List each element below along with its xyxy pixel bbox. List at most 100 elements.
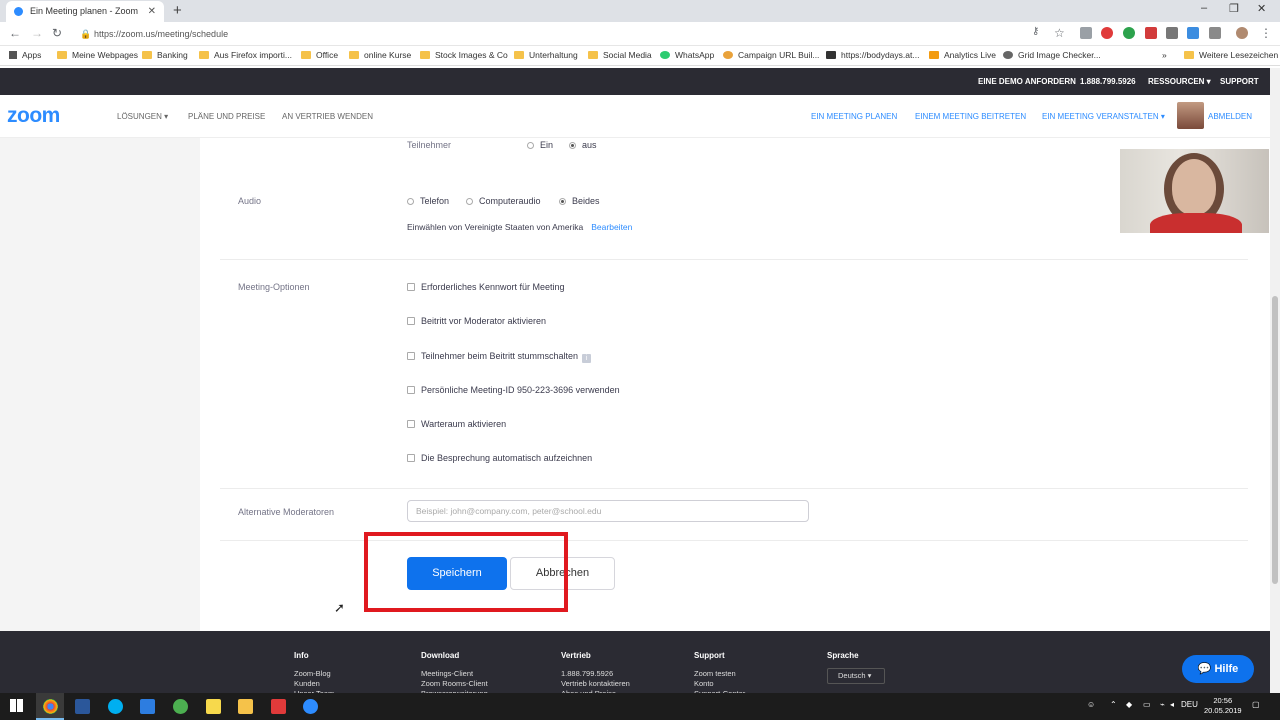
info-icon[interactable]: i — [582, 354, 592, 363]
nav-logout[interactable]: ABMELDEN — [1208, 112, 1252, 121]
minimize-button[interactable]: – — [1201, 2, 1207, 14]
bookmark-apps[interactable]: Apps — [9, 50, 41, 60]
tab-close-icon[interactable]: ✕ — [148, 1, 156, 22]
system-clock[interactable]: 20:56 20.05.2019 — [1204, 696, 1242, 716]
profile-avatar-icon[interactable] — [1236, 27, 1248, 39]
key-icon[interactable]: ⚷ — [1032, 26, 1039, 37]
participants-video-on[interactable]: Ein — [527, 140, 553, 150]
bookmark-item[interactable]: Campaign URL Buil... — [723, 50, 819, 60]
audio-computer-option[interactable]: Computeraudio — [466, 196, 541, 206]
sticky-notes-icon[interactable] — [206, 699, 221, 714]
snipping-tool-icon[interactable] — [271, 699, 286, 714]
volume-icon[interactable]: ◂ — [1170, 700, 1174, 709]
footer-link[interactable]: Meetings-Client — [421, 669, 473, 678]
browser-menu-icon[interactable]: ⋮ — [1260, 26, 1272, 40]
battery-icon[interactable]: ▭ — [1143, 700, 1151, 709]
footer-link[interactable]: Zoom Rooms-Client — [421, 679, 488, 688]
option-join-before-host[interactable]: Beitritt vor Moderator aktivieren — [407, 316, 546, 326]
skype-icon[interactable] — [108, 699, 123, 714]
section-divider — [220, 488, 1248, 489]
footer-link[interactable]: Kunden — [294, 679, 320, 688]
footer-sales-heading: Vertrieb — [561, 651, 591, 660]
network-icon[interactable]: ⌁ — [1160, 700, 1165, 709]
nav-join-meeting[interactable]: EINEM MEETING BEITRETEN — [915, 112, 1026, 121]
extension-grid-icon[interactable] — [1080, 27, 1092, 39]
edit-dial-in-link[interactable]: Bearbeiten — [591, 222, 632, 232]
bookmark-item[interactable]: Banking — [142, 50, 188, 60]
new-tab-button[interactable]: + — [173, 1, 182, 21]
page-scrollbar[interactable] — [1270, 68, 1280, 693]
bookmark-item[interactable]: Office — [301, 50, 338, 60]
bookmark-item[interactable]: Meine Webpages — [57, 50, 138, 60]
user-avatar[interactable] — [1177, 102, 1204, 129]
nav-solutions[interactable]: LÖSUNGEN ▾ — [117, 112, 168, 121]
extension-blue-icon[interactable] — [1187, 27, 1199, 39]
language-select[interactable]: Deutsch ▾ — [827, 668, 885, 684]
url-input[interactable]: 🔒 https://zoom.us/meeting/schedule — [76, 25, 1026, 43]
bookmark-item[interactable]: https://bodydays.at... — [826, 50, 919, 60]
bookmarks-overflow-icon[interactable]: » — [1162, 50, 1167, 60]
zoom-app-icon[interactable] — [303, 699, 318, 714]
extension-shield-icon[interactable] — [1166, 27, 1178, 39]
resources-menu[interactable]: RESSOURCEN ▾ — [1148, 77, 1211, 86]
audio-phone-option[interactable]: Telefon — [407, 196, 449, 206]
people-icon[interactable]: ☺ — [1087, 700, 1095, 709]
nav-plans-pricing[interactable]: PLÄNE UND PREISE — [188, 112, 265, 121]
option-personal-meeting-id[interactable]: Persönliche Meeting-ID 950-223-3696 verw… — [407, 385, 620, 395]
footer-link[interactable]: Konto — [694, 679, 714, 688]
bookmark-item[interactable]: Analytics Live — [929, 50, 996, 60]
nav-host-meeting[interactable]: EIN MEETING VERANSTALTEN ▾ — [1042, 112, 1165, 121]
zoom-footer: Info Zoom-Blog Kunden Unser Team Downloa… — [0, 631, 1270, 698]
bookmark-item[interactable]: WhatsApp — [660, 50, 714, 60]
file-explorer-icon[interactable] — [238, 699, 253, 714]
nav-schedule-meeting[interactable]: EIN MEETING PLANEN — [811, 112, 897, 121]
audio-both-option[interactable]: Beides — [559, 196, 600, 206]
windows-start-icon[interactable] — [10, 699, 23, 712]
window-close-button[interactable]: ✕ — [1257, 2, 1266, 15]
footer-link[interactable]: Zoom testen — [694, 669, 736, 678]
extension-gray-icon[interactable] — [1209, 27, 1221, 39]
option-require-password[interactable]: Erforderliches Kennwort für Meeting — [407, 282, 565, 292]
section-divider — [220, 259, 1248, 260]
bookmark-item[interactable]: Stock Images & Co — [420, 50, 508, 60]
zoom-logo[interactable]: zoom — [7, 104, 60, 128]
maximize-button[interactable]: ❐ — [1229, 2, 1239, 15]
support-link[interactable]: SUPPORT — [1220, 77, 1259, 86]
bookmark-item[interactable]: Grid Image Checker... — [1003, 50, 1101, 60]
bookmark-star-icon[interactable]: ☆ — [1054, 26, 1065, 40]
bookmark-item[interactable]: online Kurse — [349, 50, 411, 60]
bookmark-item[interactable]: Social Media — [588, 50, 652, 60]
participants-video-off[interactable]: aus — [569, 140, 597, 150]
bookmark-item[interactable]: Aus Firefox importi... — [199, 50, 292, 60]
page-content — [0, 138, 1270, 631]
footer-link[interactable]: Vertrieb kontaktieren — [561, 679, 630, 688]
option-waiting-room[interactable]: Warteraum aktivieren — [407, 419, 506, 429]
forward-arrow-icon[interactable]: → — [31, 26, 43, 40]
alternative-hosts-input[interactable]: Beispiel: john@company.com, peter@school… — [407, 500, 809, 522]
option-mute-on-entry[interactable]: Teilnehmer beim Beitritt stummschalten i — [407, 351, 592, 363]
extension-gmail-icon[interactable] — [1145, 27, 1157, 39]
slack-icon[interactable] — [173, 699, 188, 714]
scrollbar-thumb[interactable] — [1272, 296, 1278, 584]
folder-icon — [199, 51, 209, 59]
outlook-icon[interactable] — [140, 699, 155, 714]
footer-link[interactable]: Zoom-Blog — [294, 669, 331, 678]
dropbox-icon[interactable]: ◆ — [1126, 700, 1132, 709]
back-arrow-icon[interactable]: ← — [9, 26, 21, 40]
input-language[interactable]: DEU — [1181, 700, 1198, 709]
help-button[interactable]: 💬 Hilfe — [1182, 655, 1254, 683]
bookmark-item[interactable]: Unterhaltung — [514, 50, 578, 60]
footer-link[interactable]: 1.888.799.5926 — [561, 669, 613, 678]
chrome-icon[interactable] — [43, 699, 58, 714]
tray-overflow-icon[interactable]: ⌃ — [1110, 700, 1117, 709]
browser-tab[interactable]: Ein Meeting planen - Zoom ✕ — [6, 1, 164, 22]
reload-icon[interactable]: ↻ — [52, 26, 62, 40]
notifications-icon[interactable]: ▢ — [1252, 700, 1260, 709]
bookmark-other[interactable]: Weitere Lesezeichen — [1184, 50, 1278, 60]
extension-evernote-icon[interactable] — [1123, 27, 1135, 39]
extension-opera-icon[interactable] — [1101, 27, 1113, 39]
request-demo-link[interactable]: EINE DEMO ANFORDERN — [978, 77, 1076, 86]
option-auto-record[interactable]: Die Besprechung automatisch aufzeichnen — [407, 453, 592, 463]
nav-contact-sales[interactable]: AN VERTRIEB WENDEN — [282, 112, 373, 121]
word-icon[interactable] — [75, 699, 90, 714]
